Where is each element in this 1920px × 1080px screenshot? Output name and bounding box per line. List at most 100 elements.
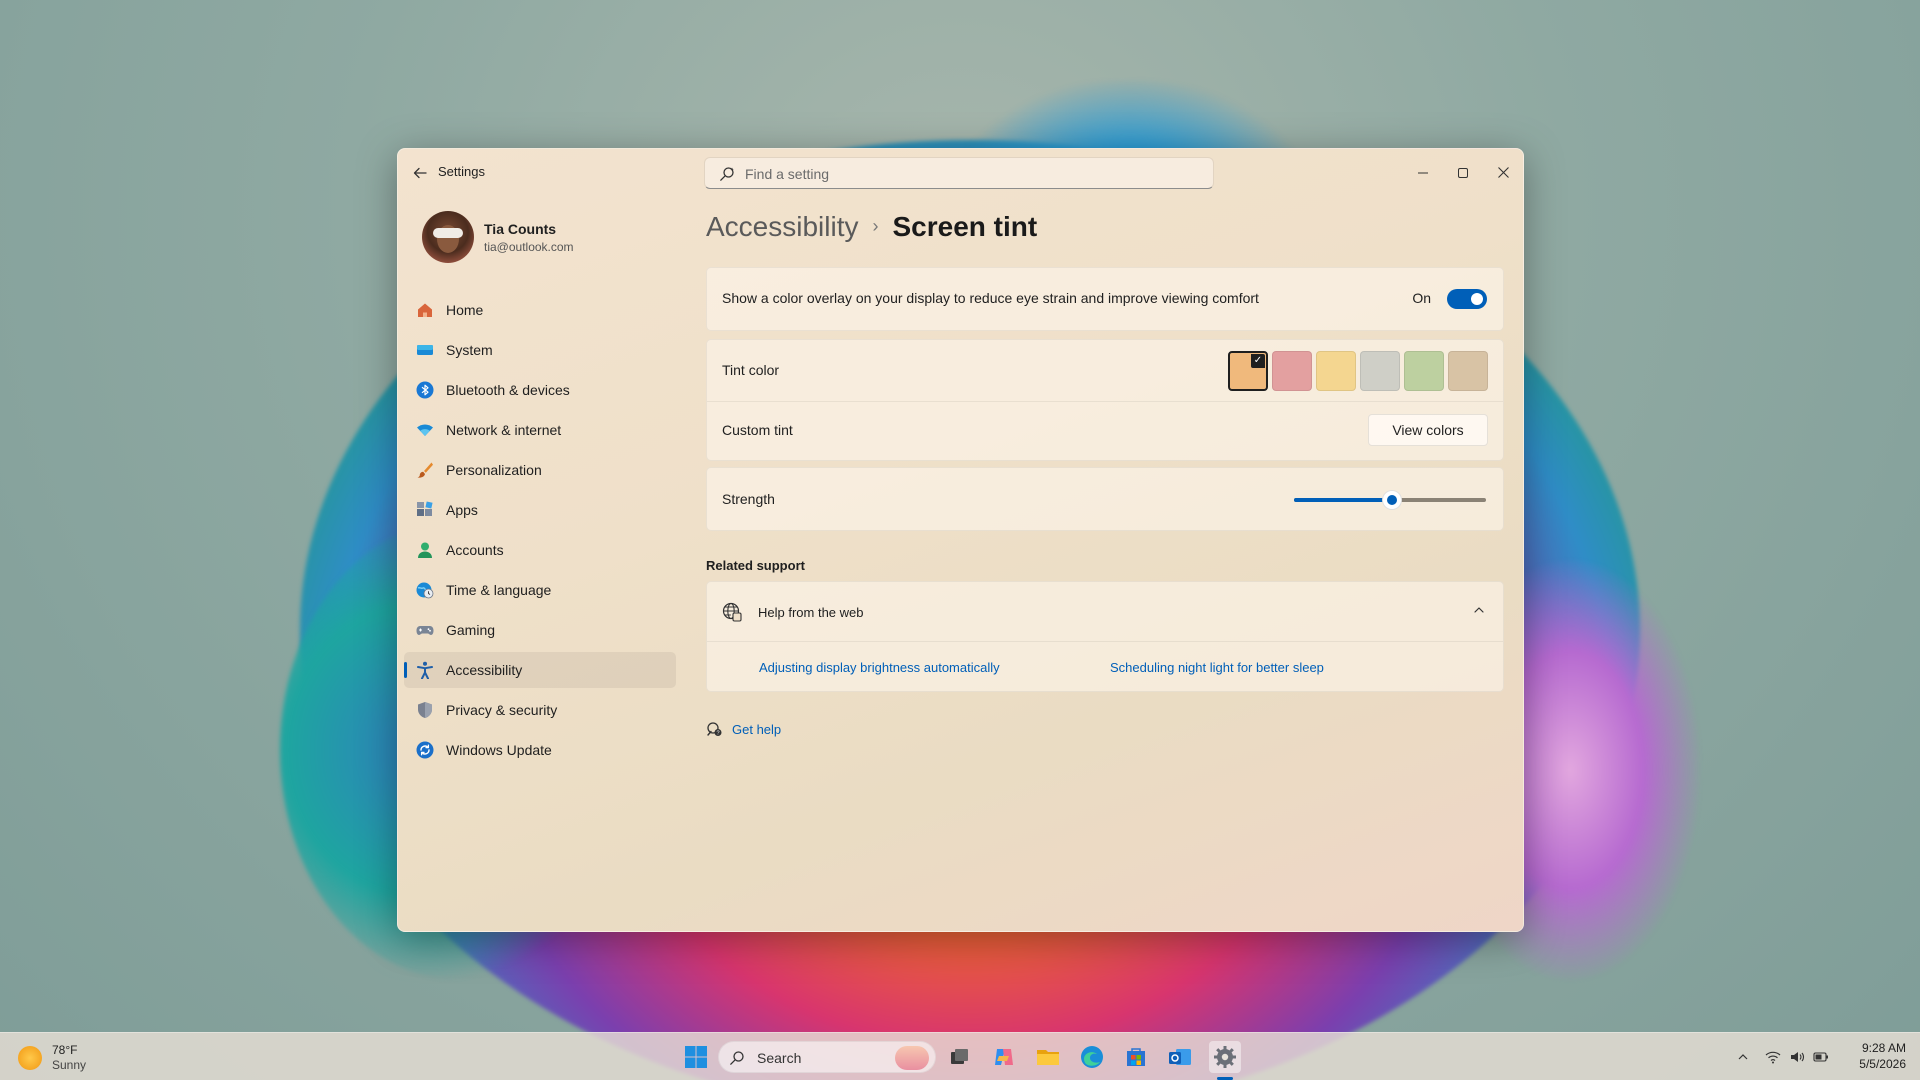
sidebar-item-label: Personalization	[446, 462, 542, 478]
related-support-title: Related support	[706, 558, 805, 573]
outlook-icon	[1169, 1049, 1191, 1065]
battery-icon[interactable]	[1813, 1049, 1829, 1065]
tint-swatch[interactable]	[1360, 351, 1400, 391]
overlay-label: Show a color overlay on your display to …	[722, 290, 1259, 306]
strength-slider[interactable]	[1294, 490, 1486, 510]
task-view-icon	[951, 1049, 968, 1064]
settings-icon	[1214, 1046, 1236, 1068]
sidebar-item-network[interactable]: Network & internet	[404, 412, 676, 448]
breadcrumb-separator: ›	[872, 216, 879, 236]
home-icon	[418, 303, 432, 317]
sidebar-item-apps[interactable]: Apps	[404, 492, 676, 528]
copilot-button[interactable]	[988, 1041, 1020, 1073]
sidebar-item-label: Apps	[446, 502, 478, 518]
task-view-button[interactable]	[943, 1041, 975, 1073]
back-arrow-icon	[413, 167, 427, 179]
sidebar-item-time-language[interactable]: Time & language	[404, 572, 676, 608]
sidebar-item-windows-update[interactable]: Windows Update	[404, 732, 676, 768]
outlook-button[interactable]	[1164, 1041, 1196, 1073]
settings-taskbar-button[interactable]	[1209, 1041, 1241, 1073]
sidebar-nav: Home System Bluetooth & devices Network …	[404, 292, 676, 772]
copilot-icon	[995, 1049, 1013, 1065]
toggle-state-text: On	[1412, 290, 1431, 306]
svg-text:?: ?	[716, 731, 719, 737]
shield-icon	[418, 702, 432, 718]
gamepad-icon	[416, 626, 434, 635]
bluetooth-icon	[416, 381, 434, 399]
settings-window: Settings Tia Counts tia@outlook.com Home	[397, 148, 1524, 932]
taskbar: 78°F Sunny Search 9:28 AM 5/5/2026	[0, 1032, 1920, 1080]
sun-icon	[18, 1046, 42, 1070]
tint-color-row: Tint color ✓	[707, 340, 1503, 402]
help-link-brightness[interactable]: Adjusting display brightness automatical…	[759, 660, 1000, 675]
chevron-up-icon[interactable]	[1471, 602, 1487, 618]
sidebar-item-home[interactable]: Home	[404, 292, 676, 328]
get-help-icon: ?	[707, 722, 722, 737]
accessibility-icon	[417, 661, 433, 679]
view-colors-button[interactable]: View colors	[1368, 414, 1488, 446]
sidebar-item-accounts[interactable]: Accounts	[404, 532, 676, 568]
taskbar-search[interactable]: Search	[718, 1041, 936, 1073]
sidebar-item-label: System	[446, 342, 493, 358]
strength-label: Strength	[722, 491, 775, 507]
back-button[interactable]	[408, 161, 432, 185]
taskbar-search-label: Search	[757, 1050, 802, 1066]
search-input[interactable]	[745, 164, 1185, 184]
sidebar-item-gaming[interactable]: Gaming	[404, 612, 676, 648]
sidebar-item-label: Network & internet	[446, 422, 562, 438]
tint-swatch[interactable]	[1272, 351, 1312, 391]
sidebar-item-label: Windows Update	[446, 742, 552, 758]
sidebar-item-bluetooth[interactable]: Bluetooth & devices	[404, 372, 676, 408]
sidebar-item-label: Gaming	[446, 622, 496, 638]
edge-button[interactable]	[1076, 1041, 1108, 1073]
globe-icon	[722, 602, 742, 622]
breadcrumb: Accessibility › Screen tint	[706, 211, 1037, 251]
sidebar-item-accessibility[interactable]: Accessibility	[404, 652, 676, 688]
maximize-button[interactable]	[1443, 157, 1483, 189]
sidebar-item-system[interactable]: System	[404, 332, 676, 368]
breadcrumb-parent[interactable]: Accessibility	[706, 211, 858, 242]
overlay-toggle[interactable]	[1447, 289, 1487, 309]
profile-name: Tia Counts	[484, 221, 557, 237]
clock-time: 9:28 AM	[1861, 1041, 1906, 1055]
app-title: Settings	[438, 164, 485, 179]
page-title: Screen tint	[892, 211, 1038, 242]
help-from-web-card: Help from the web Adjusting display brig…	[706, 581, 1504, 692]
file-explorer-button[interactable]	[1032, 1041, 1064, 1073]
tint-swatch[interactable]	[1404, 351, 1444, 391]
help-link-night-light[interactable]: Scheduling night light for better sleep	[1110, 660, 1324, 675]
slider-thumb[interactable]	[1381, 490, 1402, 510]
sidebar-item-label: Accounts	[446, 542, 504, 558]
help-from-web-header[interactable]: Help from the web	[707, 582, 1503, 642]
tint-swatch[interactable]	[1316, 351, 1356, 391]
sidebar-item-privacy-security[interactable]: Privacy & security	[404, 692, 676, 728]
lotus-icon	[895, 1046, 929, 1070]
chevron-up-icon[interactable]	[1735, 1049, 1751, 1065]
apps-icon	[417, 501, 433, 516]
tint-color-label: Tint color	[722, 362, 780, 378]
slider-fill	[1294, 498, 1392, 502]
close-button[interactable]	[1483, 157, 1523, 189]
clock[interactable]: 9:28 AM 5/5/2026	[1850, 1041, 1906, 1071]
tint-swatch[interactable]	[1448, 351, 1488, 391]
settings-search[interactable]	[704, 157, 1214, 189]
wifi-icon[interactable]	[1765, 1049, 1781, 1065]
custom-tint-row: Custom tint View colors	[707, 402, 1503, 460]
overlay-toggle-group: On	[1397, 289, 1487, 309]
volume-icon[interactable]	[1789, 1049, 1805, 1065]
strength-row: Strength	[707, 468, 1503, 530]
help-from-web-title: Help from the web	[758, 605, 864, 620]
tint-swatch[interactable]: ✓	[1228, 351, 1268, 391]
start-button[interactable]	[680, 1041, 712, 1073]
sidebar-item-personalization[interactable]: Personalization	[404, 452, 676, 488]
brush-icon	[417, 462, 433, 478]
search-icon	[720, 167, 734, 181]
weather-desc: Sunny	[52, 1058, 87, 1072]
edge-icon	[1081, 1046, 1103, 1068]
checkmark-icon: ✓	[1251, 354, 1265, 368]
minimize-button[interactable]	[1403, 157, 1443, 189]
file-explorer-icon	[1037, 1050, 1059, 1065]
globe-clock-icon	[416, 582, 434, 599]
sidebar-item-label: Bluetooth & devices	[446, 382, 570, 398]
store-button[interactable]	[1120, 1041, 1152, 1073]
